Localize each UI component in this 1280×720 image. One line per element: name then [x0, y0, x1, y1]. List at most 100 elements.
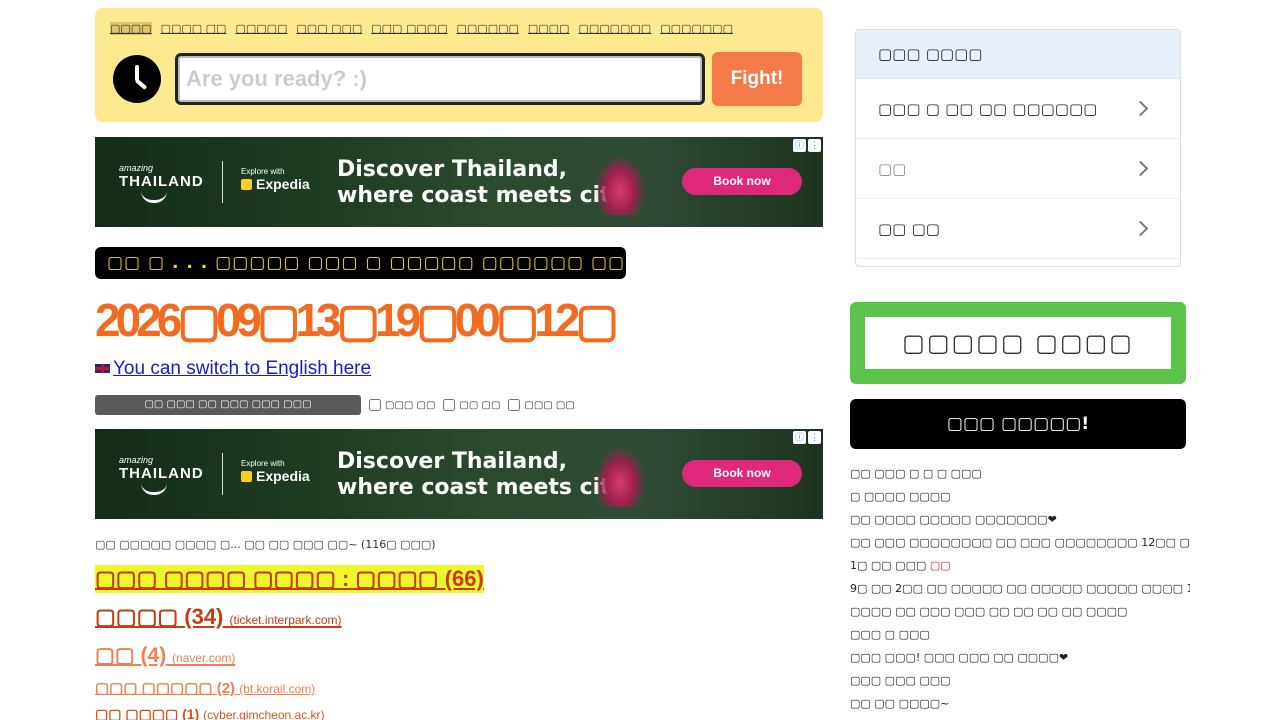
comment-item: ▢▢▢ ▢▢▢ ▢▢▢	[850, 674, 951, 687]
options-bar: ▢▢ ▢▢▢ ▢▢ ▢▢▢ ▢▢▢ ▢▢▢ ▢▢▢ ▢▢ ▢▢ ▢▢ ▢▢▢ ▢…	[95, 395, 575, 415]
options-toggle-button[interactable]: ▢▢ ▢▢▢ ▢▢ ▢▢▢ ▢▢▢ ▢▢▢	[95, 395, 361, 415]
ad-info-icon[interactable]: ⓘ	[793, 431, 806, 444]
top-nav: ▢▢▢▢ ▢▢▢▢ ▢▢ ▢▢▢▢▢ ▢▢▢ ▢▢▢ ▢▢▢ ▢▢▢▢ ▢▢▢▢…	[110, 22, 803, 35]
popular-site-label: ▢▢ (4)	[95, 644, 167, 667]
ad-headline: Discover Thailand, where coast meets cit…	[337, 157, 625, 209]
page: ▢▢▢▢ ▢▢▢▢ ▢▢ ▢▢▢▢▢ ▢▢▢ ▢▢▢ ▢▢▢ ▢▢▢▢ ▢▢▢▢…	[0, 0, 1280, 720]
sidebar-item-1[interactable]: ▢▢▢ ▢ ▢▢ ▢▢ ▢▢▢▢▢▢	[856, 79, 1180, 139]
black-action-button[interactable]: ▢▢▢ ▢▢▢▢▢!	[850, 399, 1186, 449]
option-1-checkbox[interactable]	[369, 399, 381, 411]
popular-site-label: ▢▢▢ ▢▢▢▢ ▢▢▢▢ : ▢▢▢▢ (66)	[95, 566, 484, 591]
comment-item: ▢▢ ▢▢▢ ▢ ▢ ▢ ▢▢▢	[850, 467, 982, 480]
sidebar-menu: ▢▢▢ ▢▢▢▢ ▢▢▢ ▢ ▢▢ ▢▢ ▢▢▢▢▢▢ ▢▢ ▢▢ ▢▢	[855, 29, 1181, 267]
popular-site-link[interactable]: ▢▢▢ ▢▢▢▢ ▢▢▢▢ : ▢▢▢▢ (66)	[95, 565, 484, 593]
ad-divider	[222, 453, 223, 495]
nav-item-8[interactable]: ▢▢▢▢▢▢▢	[578, 22, 651, 35]
ad-brand-logo: amazing THAILAND	[119, 455, 204, 495]
stats-line: ▢▢ ▢▢▢▢▢ ▢▢▢▢ ▢... ▢▢ ▢▢ ▢▢▢ ▢▢~ (116▢ ▢…	[95, 538, 436, 551]
option-1[interactable]: ▢▢▢ ▢▢	[369, 399, 435, 411]
option-3[interactable]: ▢▢▢ ▢▢	[508, 399, 575, 411]
popular-site-domain: (ticket.interpark.com)	[229, 613, 342, 627]
comment-feed: ▢▢ ▢▢▢ ▢ ▢ ▢ ▢▢▢ ▢ ▢▢▢▢ ▢▢▢▢ ▢▢ ▢▢▢▢ ▢▢▢…	[850, 462, 1190, 715]
chevron-right-icon	[1132, 160, 1149, 177]
ad-headline-line1: Discover Thailand,	[337, 157, 568, 182]
option-3-checkbox[interactable]	[508, 399, 521, 411]
ad-partner-small: Explore with	[241, 459, 285, 468]
ad-partner-logo: Explore with Expedia	[241, 459, 310, 486]
comment-item: ▢▢▢▢ ▢▢ ▢▢▢ ▢▢▢ ▢▢ ▢▢ ▢▢ ▢▢ ▢▢▢▢	[850, 605, 1128, 618]
green-action-box: ▢▢▢▢▢ ▢▢▢▢	[850, 302, 1186, 384]
popular-site-domain: (bt.korail.com)	[239, 682, 316, 696]
fight-button[interactable]: Fight!	[712, 52, 802, 106]
ad-partner-name: Expedia	[241, 468, 310, 484]
english-switch-label: You can switch to English here	[113, 358, 372, 379]
notice-banner: ▢▢ ▢ . . . ▢▢▢▢▢ ▢▢▢ ▢ ▢▢▢▢▢ ▢▢▢▢▢▢ ▢▢▢▢…	[95, 247, 626, 279]
green-action-button[interactable]: ▢▢▢▢▢ ▢▢▢▢	[865, 317, 1171, 369]
comment-item: ▢▢ ▢▢▢ ▢▢▢▢▢▢▢▢ ▢▢ ▢▢▢ ▢▢▢▢▢▢▢▢ 12▢▢ ▢▢▢…	[850, 536, 1190, 549]
ad-divider	[222, 161, 223, 203]
nav-item-3[interactable]: ▢▢▢▢▢	[235, 22, 287, 35]
sidebar-item-label: ▢▢▢ ▢ ▢▢ ▢▢ ▢▢▢▢▢▢	[878, 100, 1098, 118]
server-time-display: 2026▢09▢13▢19▢00▢12▢	[95, 294, 619, 346]
clock-icon	[113, 55, 161, 103]
popular-site-link[interactable]: ▢▢ ▢▢▢▢ (1) (cyber.gimcheon.ac.kr)	[95, 705, 484, 720]
option-1-label: ▢▢▢ ▢▢	[385, 399, 436, 411]
comment-text: 1▢ ▢▢ ▢▢▢	[850, 559, 927, 572]
comment-item: ▢▢ ▢▢ ▢▢▢▢~	[850, 697, 950, 710]
ad-headline-line1: Discover Thailand,	[337, 449, 568, 474]
ad-banner-bottom[interactable]: amazing THAILAND Explore with Expedia Di…	[95, 429, 823, 519]
nav-item-9[interactable]: ▢▢▢▢▢▢▢	[660, 22, 733, 35]
popular-site-link[interactable]: ▢▢ (4) (naver.com)	[95, 642, 484, 672]
popular-site-link[interactable]: ▢▢▢ ▢▢▢▢▢ (2) (bt.korail.com)	[95, 679, 484, 699]
popular-sites-list: ▢▢▢ ▢▢▢▢ ▢▢▢▢ : ▢▢▢▢ (66) ▢▢▢▢ (34) (tic…	[95, 565, 484, 720]
nav-item-1[interactable]: ▢▢▢▢	[110, 22, 152, 35]
ad-headline-line2: where coast meets city	[337, 475, 626, 500]
ad-banner-top[interactable]: amazing THAILAND Explore with Expedia Di…	[95, 137, 823, 227]
ad-book-now-button[interactable]: Book now	[682, 168, 802, 195]
search-row: Fight!	[113, 52, 802, 106]
sidebar-item-label: ▢▢	[878, 160, 907, 178]
ad-dancer-image	[595, 447, 645, 507]
main-column: ▢▢▢▢ ▢▢▢▢ ▢▢ ▢▢▢▢▢ ▢▢▢ ▢▢▢ ▢▢▢ ▢▢▢▢ ▢▢▢▢…	[95, 8, 823, 720]
ad-partner-name: Expedia	[241, 176, 310, 192]
search-input[interactable]	[175, 53, 705, 105]
uk-flag-icon	[95, 364, 110, 373]
sidebar-item-2[interactable]: ▢▢	[856, 139, 1180, 199]
nav-item-4[interactable]: ▢▢▢ ▢▢▢	[296, 22, 362, 35]
ad-controls: ⓘ ⋮	[793, 431, 821, 444]
sidebar-item-label: ▢▢ ▢▢	[878, 220, 940, 238]
popular-site-domain: (cyber.gimcheon.ac.kr)	[203, 708, 325, 720]
nav-item-2[interactable]: ▢▢▢▢ ▢▢	[161, 22, 227, 35]
comment-item: ▢▢▢ ▢ ▢▢▢	[850, 628, 930, 641]
option-2[interactable]: ▢▢ ▢▢	[443, 399, 500, 411]
popular-site-label: ▢▢ ▢▢▢▢ (1)	[95, 706, 200, 720]
comment-item: 9▢ ▢▢ 2▢▢ ▢▢ ▢▢▢▢▢ ▢▢ ▢▢▢▢▢ ▢▢▢▢▢ ▢▢▢▢ 1…	[850, 582, 1190, 595]
ad-info-icon[interactable]: ⓘ	[793, 139, 806, 152]
ad-headline: Discover Thailand, where coast meets cit…	[337, 449, 625, 501]
option-2-checkbox[interactable]	[443, 399, 456, 411]
ad-close-icon[interactable]: ⋮	[808, 139, 821, 152]
ad-book-now-button[interactable]: Book now	[682, 460, 802, 487]
ad-brand-logo: amazing THAILAND	[119, 163, 204, 203]
nav-item-5[interactable]: ▢▢▢ ▢▢▢▢	[371, 22, 447, 35]
smile-logo-icon	[141, 191, 167, 203]
nav-item-6[interactable]: ▢▢▢▢▢▢	[457, 22, 519, 35]
popular-site-label: ▢▢▢▢ (34)	[95, 604, 224, 629]
smile-logo-icon	[141, 483, 167, 495]
ad-close-icon[interactable]: ⋮	[808, 431, 821, 444]
english-switch-link[interactable]: You can switch to English here	[95, 358, 371, 380]
sidebar-item-3[interactable]: ▢▢ ▢▢	[856, 199, 1180, 259]
nav-item-7[interactable]: ▢▢▢▢	[528, 22, 570, 35]
option-2-label: ▢▢ ▢▢	[459, 399, 501, 411]
ad-brand-name: THAILAND	[119, 173, 204, 190]
sidebar-menu-title: ▢▢▢ ▢▢▢▢	[856, 30, 1180, 79]
ad-partner-logo: Explore with Expedia	[241, 167, 310, 194]
ad-brand-tag: amazing	[119, 455, 154, 465]
chevron-right-icon	[1132, 220, 1149, 237]
ad-partner-small: Explore with	[241, 167, 285, 176]
comment-item: 1▢ ▢▢ ▢▢▢ ▢▢	[850, 554, 1190, 577]
comment-item: ▢▢▢ ▢▢▢! ▢▢▢ ▢▢▢ ▢▢ ▢▢▢▢❤	[850, 651, 1069, 664]
ad-brand-tag: amazing	[119, 163, 154, 173]
popular-site-link[interactable]: ▢▢▢▢ (34) (ticket.interpark.com)	[95, 603, 484, 634]
comment-highlight: ▢▢	[929, 559, 951, 572]
